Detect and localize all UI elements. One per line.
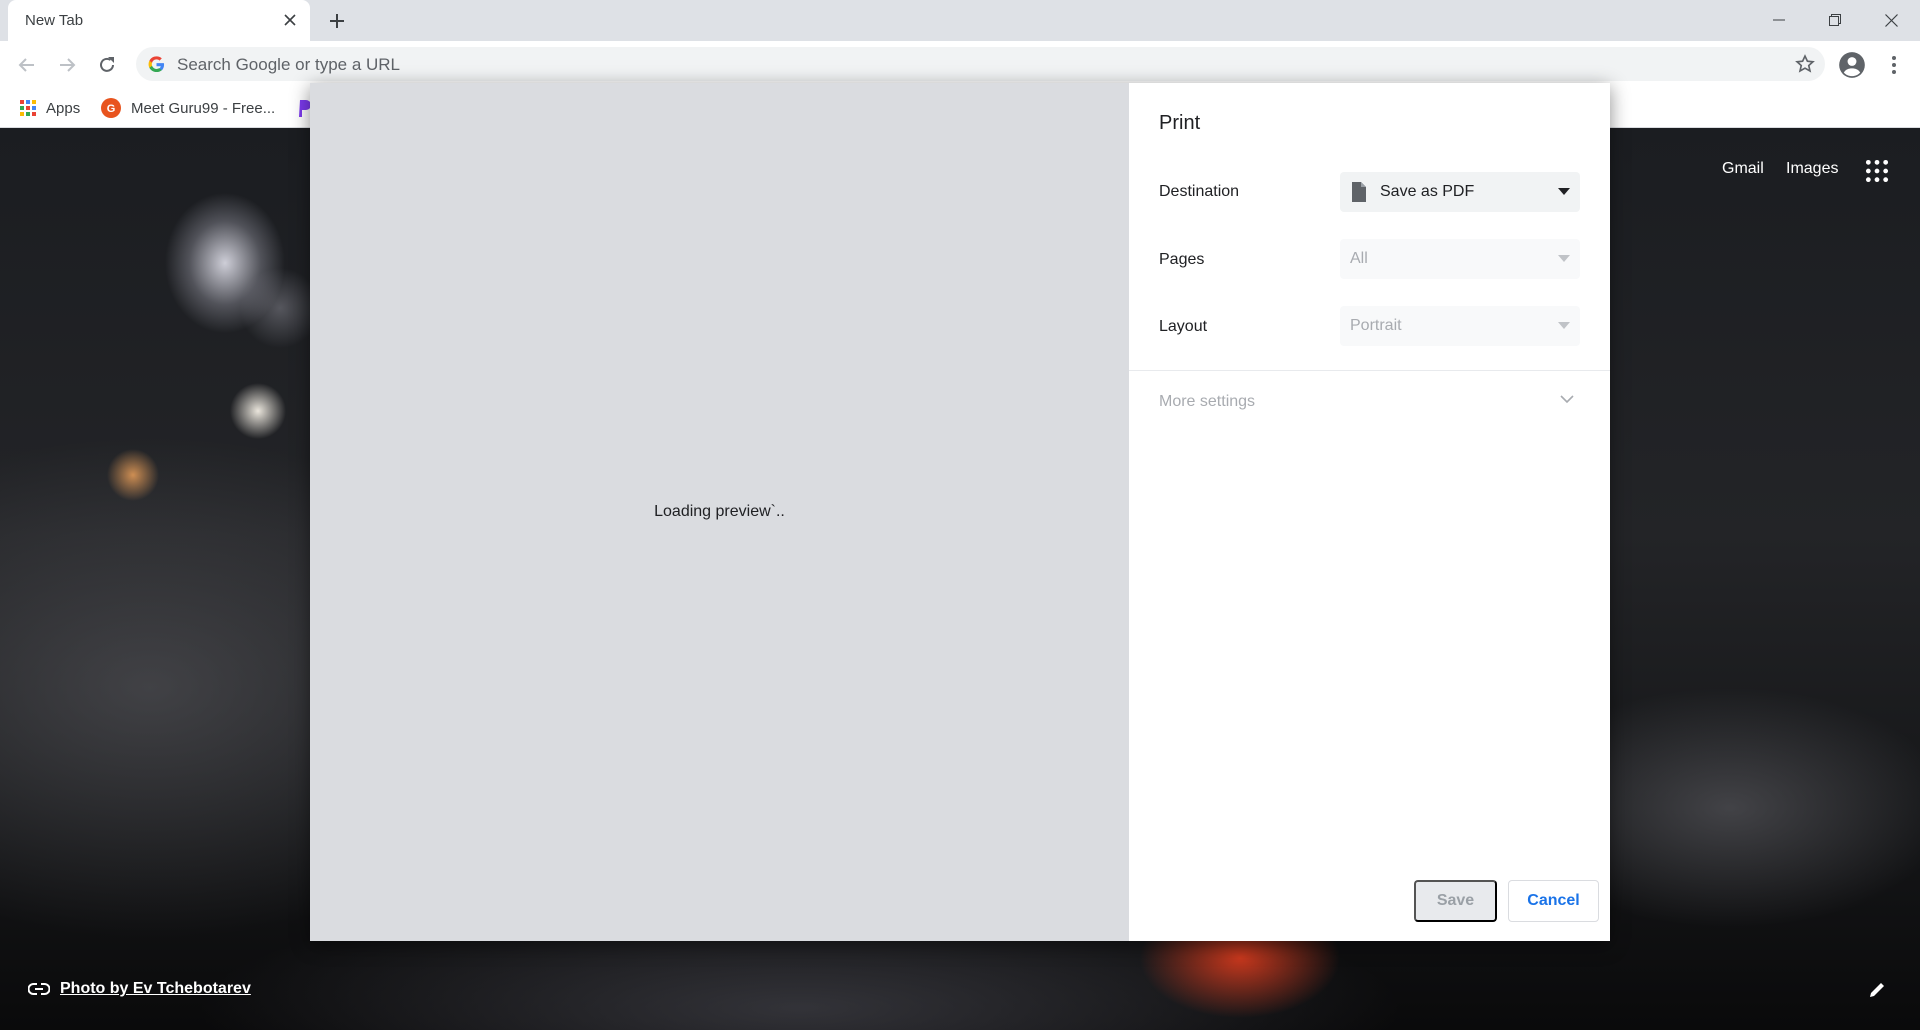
kebab-menu-icon[interactable] [1880, 51, 1908, 79]
star-icon[interactable] [1795, 54, 1815, 74]
cancel-button[interactable]: Cancel [1508, 880, 1599, 922]
photo-credit-link[interactable]: Photo by Ev Tchebotarev [28, 980, 251, 998]
layout-value: Portrait [1350, 317, 1402, 334]
guru99-icon: G [101, 98, 121, 118]
tab-new-tab[interactable]: New Tab [8, 0, 310, 41]
toolbar: Search Google or type a URL [0, 41, 1920, 88]
more-settings-toggle[interactable]: More settings [1159, 393, 1580, 417]
document-icon [1352, 182, 1366, 202]
bookmark-icon-partial[interactable] [298, 95, 310, 121]
settings-divider [1129, 370, 1610, 371]
link-icon [28, 983, 50, 995]
close-icon[interactable] [1863, 0, 1919, 40]
photo-credit-text: Photo by Ev Tchebotarev [60, 980, 251, 997]
pages-value: All [1350, 250, 1368, 267]
loading-preview-text: Loading preview`.. [654, 503, 785, 520]
destination-select[interactable]: Save as PDF [1340, 172, 1580, 212]
chevron-down-icon [1558, 322, 1570, 329]
apps-grid-icon[interactable] [1864, 158, 1890, 184]
plus-icon[interactable] [324, 8, 350, 34]
omnibox[interactable]: Search Google or type a URL [136, 47, 1825, 81]
pages-select[interactable]: All [1340, 239, 1580, 279]
forward-icon[interactable] [52, 50, 82, 80]
chevron-down-icon [1558, 188, 1570, 195]
chevron-down-icon [1558, 255, 1570, 262]
tab-strip: New Tab [0, 0, 1920, 41]
restore-icon[interactable] [1807, 0, 1863, 40]
gmail-link[interactable]: Gmail [1722, 160, 1764, 178]
print-settings-panel: Print Destination Save as PDF Pages All … [1129, 83, 1610, 941]
destination-value: Save as PDF [1380, 183, 1475, 200]
chevron-down-icon [1560, 395, 1574, 404]
account-icon[interactable] [1838, 51, 1866, 79]
minimize-icon[interactable] [1751, 0, 1807, 40]
print-preview-area: Loading preview`.. [310, 83, 1129, 941]
back-icon[interactable] [12, 50, 42, 80]
print-title: Print [1159, 112, 1201, 134]
pencil-icon[interactable] [1868, 981, 1886, 999]
google-g-icon [148, 56, 165, 73]
tab-title: New Tab [25, 12, 84, 29]
search-input[interactable]: Search Google or type a URL [177, 55, 400, 75]
destination-label: Destination [1159, 183, 1240, 200]
bookmark-label: Meet Guru99 - Free... [131, 99, 276, 117]
print-dialog: Loading preview`.. Print Destination Sav… [310, 83, 1610, 941]
layout-label: Layout [1159, 318, 1208, 335]
images-link[interactable]: Images [1786, 160, 1838, 178]
bookmark-label: Apps [46, 99, 81, 117]
close-icon[interactable] [280, 10, 300, 30]
layout-select[interactable]: Portrait [1340, 306, 1580, 346]
bookmark-apps[interactable]: Apps [20, 95, 80, 121]
apps-grid-icon [20, 100, 36, 116]
save-button[interactable]: Save [1414, 880, 1497, 922]
bookmark-guru99[interactable]: G Meet Guru99 - Free... [101, 95, 275, 121]
svg-text:G: G [107, 103, 116, 115]
reload-icon[interactable] [92, 50, 122, 80]
pages-label: Pages [1159, 251, 1205, 268]
more-settings-label: More settings [1159, 393, 1256, 410]
